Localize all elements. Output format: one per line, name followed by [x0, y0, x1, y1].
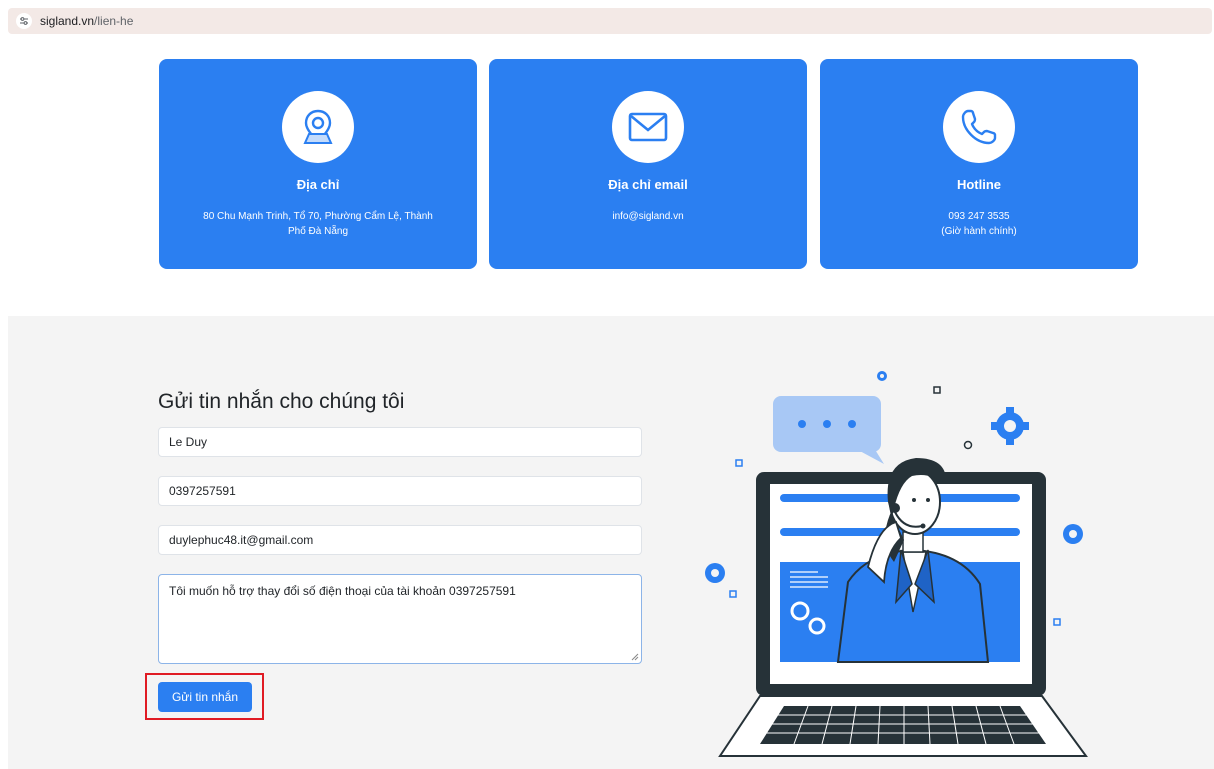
address-line-2: Phố Đà Nẵng: [287, 226, 349, 237]
gear-icon: [991, 407, 1029, 445]
contact-page: Địa chỉ 80 Chu Mạnh Trinh, Tổ 70, Phường…: [8, 38, 1214, 769]
email-card: Địa chỉ email info@sigland.vn: [489, 59, 807, 269]
message-text: Tôi muốn hỗ trợ thay đổi số điện thoại c…: [169, 584, 516, 598]
gear-icon: [705, 563, 725, 583]
contact-form-section: Gửi tin nhắn cho chúng tôi Le Duy 039725…: [8, 316, 1214, 769]
address-card: Địa chỉ 80 Chu Mạnh Trinh, Tổ 70, Phường…: [159, 59, 477, 269]
chat-bubble-icon: [773, 396, 884, 464]
email-field[interactable]: duylephuc48.it@gmail.com: [158, 525, 642, 555]
envelope-icon: [628, 112, 668, 142]
hotline-icon-circle: [943, 91, 1015, 163]
address-line-1: 80 Chu Mạnh Trinh, Tổ 70, Phường Cẩm Lệ,…: [203, 211, 433, 222]
hotline-hours: (Giờ hành chính): [941, 226, 1017, 237]
send-message-button[interactable]: Gửi tin nhắn: [158, 682, 252, 712]
contact-cards: Địa chỉ 80 Chu Mạnh Trinh, Tổ 70, Phường…: [159, 59, 1139, 269]
message-textarea[interactable]: Tôi muốn hỗ trợ thay đổi số điện thoại c…: [158, 574, 642, 664]
resize-grip-icon[interactable]: [631, 653, 639, 661]
phone-icon: [961, 109, 997, 145]
address-title: Địa chỉ: [296, 177, 340, 192]
email-value[interactable]: info@sigland.vn: [509, 209, 787, 224]
url-text[interactable]: sigland.vn/lien-he: [40, 14, 133, 28]
email-icon-circle: [612, 91, 684, 163]
form-title: Gửi tin nhắn cho chúng tôi: [158, 390, 405, 413]
gear-icon: [1063, 524, 1083, 544]
location-pin-icon: [303, 109, 333, 144]
address-icon-circle: [282, 91, 354, 163]
hotline-number[interactable]: 093 247 3535: [840, 209, 1118, 224]
email-title: Địa chỉ email: [608, 177, 688, 192]
site-settings-icon[interactable]: [16, 13, 32, 29]
name-field[interactable]: Le Duy: [158, 427, 642, 457]
url-host: sigland.vn: [40, 14, 95, 28]
hotline-card: Hotline 093 247 3535 (Giờ hành chính): [820, 59, 1138, 269]
hotline-title: Hotline: [956, 177, 1002, 192]
address-bar[interactable]: sigland.vn/lien-he: [8, 8, 1212, 34]
phone-field[interactable]: 0397257591: [158, 476, 642, 506]
support-agent-illustration: [705, 371, 1088, 757]
url-path: /lien-he: [94, 14, 134, 28]
gear-icon: [877, 371, 887, 381]
